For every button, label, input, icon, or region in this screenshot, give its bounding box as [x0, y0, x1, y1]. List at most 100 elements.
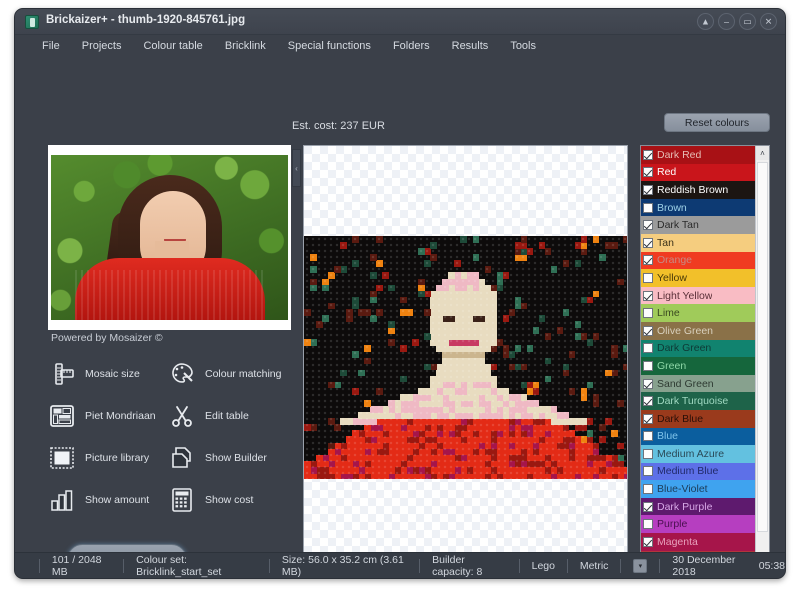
- colour-checkbox[interactable]: [643, 167, 653, 177]
- menu-item-results[interactable]: Results: [441, 38, 500, 54]
- colour-checkbox[interactable]: [643, 519, 653, 529]
- colour-checkbox[interactable]: [643, 326, 653, 336]
- colour-checkbox[interactable]: [643, 361, 653, 371]
- colour-checkbox[interactable]: [643, 220, 653, 230]
- colour-checkbox[interactable]: [643, 449, 653, 459]
- colour-checkbox[interactable]: [643, 396, 653, 406]
- status-divider: [567, 559, 568, 573]
- colour-row[interactable]: Red: [641, 164, 755, 182]
- colour-row[interactable]: Yellow: [641, 269, 755, 287]
- tool-label: Show cost: [205, 494, 253, 506]
- colour-row[interactable]: Dark Blue: [641, 410, 755, 428]
- colour-row[interactable]: Blue: [641, 428, 755, 446]
- colour-row[interactable]: Lime: [641, 304, 755, 322]
- colour-row[interactable]: Olive Green: [641, 322, 755, 340]
- colour-row[interactable]: Dark Green: [641, 340, 755, 358]
- colour-row[interactable]: Dark Purple: [641, 498, 755, 516]
- colour-checkbox[interactable]: [643, 238, 653, 248]
- tool-show-builder[interactable]: Show Builder: [167, 443, 297, 473]
- tool-show-amount[interactable]: Show amount: [47, 485, 167, 515]
- zoom-fit-button[interactable]: Fit: [583, 578, 613, 579]
- colour-row[interactable]: Light Yellow: [641, 287, 755, 305]
- window-controls: ▲ – ▭ ✕: [697, 13, 777, 30]
- tool-show-cost[interactable]: Show cost: [167, 485, 297, 515]
- colour-name: Dark Tan: [657, 219, 699, 231]
- tool-colour-matching[interactable]: Colour matching: [167, 359, 297, 389]
- colour-row[interactable]: Dark Red: [641, 146, 755, 164]
- calculator-icon: [167, 485, 197, 515]
- source-photo-panel[interactable]: [48, 145, 291, 330]
- colour-list[interactable]: Dark Red Red Reddish Brown Brown Dark Tan Tan…: [641, 146, 755, 571]
- menu-item-bricklink[interactable]: Bricklink: [214, 38, 277, 54]
- rollup-button[interactable]: ▲: [697, 13, 714, 30]
- tool-picture-library[interactable]: Picture library: [47, 443, 167, 473]
- colour-row[interactable]: Purple: [641, 515, 755, 533]
- colour-row[interactable]: Green: [641, 357, 755, 375]
- colour-checkbox[interactable]: [643, 414, 653, 424]
- colour-checkbox[interactable]: [643, 255, 653, 265]
- colour-row[interactable]: Blue-Violet: [641, 480, 755, 498]
- minimize-button[interactable]: –: [718, 13, 735, 30]
- close-button[interactable]: ✕: [760, 13, 777, 30]
- colour-checkbox[interactable]: [643, 273, 653, 283]
- colour-row[interactable]: Orange: [641, 252, 755, 270]
- colour-checkbox[interactable]: [643, 203, 653, 213]
- tool-grid: Mosaic sizeColour matchingPiet Mondriaan…: [47, 359, 299, 515]
- colour-checkbox[interactable]: [643, 343, 653, 353]
- colour-checkbox[interactable]: [643, 150, 653, 160]
- menu-item-projects[interactable]: Projects: [71, 38, 133, 54]
- colour-row[interactable]: Magenta: [641, 533, 755, 551]
- colour-name: Purple: [657, 518, 687, 530]
- status-system: Lego: [532, 560, 555, 572]
- colour-row[interactable]: Reddish Brown: [641, 181, 755, 199]
- colour-checkbox[interactable]: [643, 537, 653, 547]
- scroll-up-icon[interactable]: ˄: [756, 146, 769, 160]
- tool-edit-table[interactable]: Edit table: [167, 401, 297, 431]
- zoom-100-button[interactable]: 100%: [545, 578, 577, 579]
- menu-item-tools[interactable]: Tools: [499, 38, 547, 54]
- mosaic-preview-panel[interactable]: [303, 145, 628, 570]
- tool-label: Edit table: [205, 410, 249, 422]
- colour-checkbox[interactable]: [643, 185, 653, 195]
- bar-chart-icon: [47, 485, 77, 515]
- colour-list-scrollbar[interactable]: ˄ ˅: [755, 146, 769, 571]
- status-bar: 101 / 2048 MB Colour set: Bricklink_star…: [15, 552, 785, 578]
- status-divider: [123, 559, 124, 573]
- tool-piet-mondriaan[interactable]: Piet Mondriaan: [47, 401, 167, 431]
- menu-item-folders[interactable]: Folders: [382, 38, 441, 54]
- colour-row[interactable]: Dark Turquoise: [641, 392, 755, 410]
- colour-name: Olive Green: [657, 325, 713, 337]
- tool-mosaic-size[interactable]: Mosaic size: [47, 359, 167, 389]
- colour-row[interactable]: Brown: [641, 199, 755, 217]
- colour-checkbox[interactable]: [643, 431, 653, 441]
- colour-name: Blue-Violet: [657, 483, 708, 495]
- colour-row[interactable]: Sand Green: [641, 375, 755, 393]
- menu-item-colour-table[interactable]: Colour table: [132, 38, 213, 54]
- colour-row[interactable]: Medium Azure: [641, 445, 755, 463]
- collapse-panel-handle[interactable]: ‹: [292, 149, 301, 187]
- colour-checkbox[interactable]: [643, 484, 653, 494]
- scrollbar-thumb[interactable]: [757, 162, 768, 532]
- status-divider: [519, 559, 520, 573]
- colour-checkbox[interactable]: [643, 291, 653, 301]
- colour-checkbox[interactable]: [643, 379, 653, 389]
- colour-checkbox[interactable]: [643, 502, 653, 512]
- menu-item-special-functions[interactable]: Special functions: [277, 38, 382, 54]
- colour-name: Dark Red: [657, 149, 701, 161]
- reset-colours-button[interactable]: Reset colours: [664, 113, 770, 132]
- colour-row[interactable]: Tan: [641, 234, 755, 252]
- status-units: Metric: [580, 560, 609, 572]
- colour-row[interactable]: Dark Tan: [641, 216, 755, 234]
- title-bar: Brickaizer+ - thumb-1920-845761.jpg ▲ – …: [15, 9, 785, 35]
- menu-item-file[interactable]: File: [31, 38, 71, 54]
- maximize-button[interactable]: ▭: [739, 13, 756, 30]
- status-colour-set: Colour set: Bricklink_start_set: [136, 554, 257, 578]
- window-title: Brickaizer+ - thumb-1920-845761.jpg: [46, 14, 245, 26]
- units-dropdown-button[interactable]: ▾: [633, 559, 647, 573]
- colour-checkbox[interactable]: [643, 308, 653, 318]
- tool-label: Picture library: [85, 452, 149, 464]
- colour-checkbox[interactable]: [643, 466, 653, 476]
- menu-bar: FileProjectsColour tableBricklinkSpecial…: [15, 35, 785, 57]
- colour-row[interactable]: Medium Blue: [641, 463, 755, 481]
- colour-name: Reddish Brown: [657, 184, 728, 196]
